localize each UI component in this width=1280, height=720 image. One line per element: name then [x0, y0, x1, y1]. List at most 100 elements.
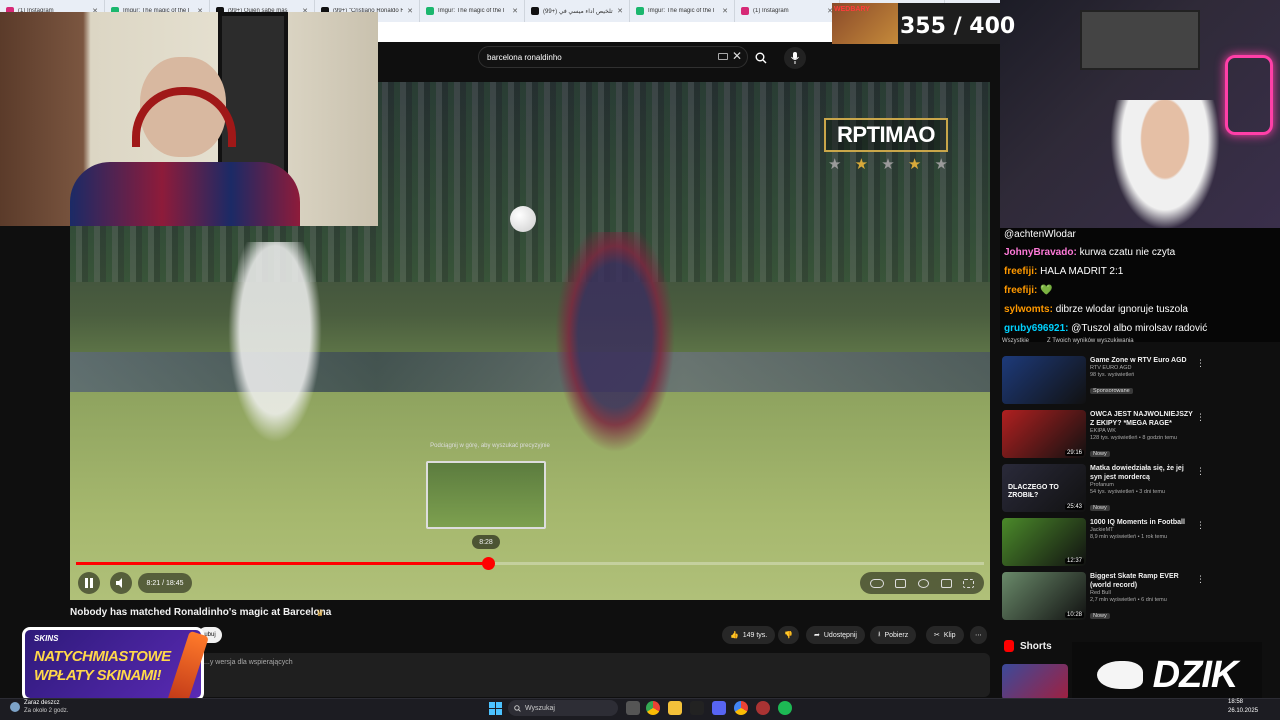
video-thumbnail[interactable]: 10:28 [1002, 572, 1086, 620]
video-duration: 10:28 [1064, 612, 1084, 618]
file-explorer-icon[interactable] [668, 701, 682, 715]
like-count: 149 tys. [742, 631, 768, 639]
clip-button[interactable]: ✂ Klip [926, 626, 964, 644]
search-input[interactable]: barcelona ronaldinho [478, 46, 748, 68]
channel-name[interactable]: EKIPA WK [1090, 428, 1194, 435]
keyboard-icon[interactable] [718, 53, 728, 60]
player-white-kit [220, 242, 330, 462]
chat-message: freefiji: HALA MADRIT 2:1 [1004, 262, 1280, 281]
video-title[interactable]: Game Zone w RTV Euro AGD [1090, 356, 1194, 365]
dislike-button[interactable]: 👎 [778, 626, 799, 644]
autoplay-toggle-icon[interactable] [869, 578, 884, 588]
tab-close-icon[interactable]: ✕ [617, 7, 623, 15]
scissors-icon: ✂ [934, 632, 940, 639]
windows-start-icon[interactable] [489, 702, 502, 715]
recommended-video[interactable]: 12:37 1000 IQ Moments in Football JackieMT… [1002, 518, 1207, 568]
star-icon: ★ [881, 156, 895, 173]
player-barcelona-kit [550, 232, 680, 462]
neon-sign [1225, 55, 1273, 135]
crown-icon: ♛ [316, 608, 325, 618]
recommended-video[interactable]: 29:16 OWCA JEST NAJWOLNIEJSZY Z EKIPY? *M… [1002, 410, 1207, 460]
chat-text: kurwa czatu nie czyta [1079, 247, 1176, 258]
channel-watermark: RPTIMAO [824, 118, 948, 152]
search-icon[interactable] [748, 47, 774, 69]
spotify-icon[interactable] [778, 701, 792, 715]
recommended-video[interactable]: DLACZEGO TO ZROBIŁ? 25:43 Matka dowiedział… [1002, 464, 1207, 514]
chip-all[interactable]: Wszystkie [1002, 338, 1029, 350]
chat-messages: JohnyBravado: kurwa czatu nie czyta freef… [1004, 243, 1280, 338]
browser-tab[interactable]: (99+) تلخيص أداء ميسي في ✕ [525, 0, 630, 22]
mic-icon[interactable] [784, 47, 806, 69]
sponsor-brand: SKINS [34, 634, 59, 643]
streamer-face [1110, 100, 1220, 228]
channel-name[interactable]: Red Bull [1090, 590, 1194, 597]
tab-close-icon[interactable]: ✕ [722, 7, 728, 15]
background-shelf [1080, 10, 1200, 70]
subtitles-icon[interactable] [895, 578, 907, 588]
video-title[interactable]: 1000 IQ Moments in Football [1090, 518, 1194, 527]
browser-tab[interactable]: Imgur: The magic of the I ✕ [630, 0, 735, 22]
tab-title: Imgur: The magic of the I [648, 8, 715, 14]
pause-button[interactable] [78, 572, 100, 594]
miniplayer-icon[interactable] [940, 578, 952, 588]
video-thumbnail[interactable]: DLACZEGO TO ZROBIŁ? 25:43 [1002, 464, 1086, 512]
channel-name[interactable]: Profanum [1090, 482, 1194, 489]
star-icon: ★ [934, 156, 948, 173]
volume-icon[interactable] [110, 572, 132, 594]
more-options-icon[interactable]: ⋮ [1196, 574, 1205, 585]
progress-scrubber-handle[interactable] [482, 557, 495, 570]
settings-gear-icon[interactable] [917, 578, 929, 588]
browser-tab[interactable]: (1) Instagram✕ [735, 0, 840, 22]
discord-icon[interactable] [712, 701, 726, 715]
video-title[interactable]: Biggest Skate Ramp EVER (world record) [1090, 572, 1194, 590]
more-icon: ⋯ [975, 632, 982, 639]
fullscreen-icon[interactable] [963, 578, 975, 588]
video-title[interactable]: OWCA JEST NAJWOLNIEJSZY Z EKIPY? *MEGA R… [1090, 410, 1194, 428]
like-button[interactable]: 👍 149 tys. [722, 626, 776, 644]
time-display: 8:21 / 18:45 [138, 573, 192, 593]
thumbs-down-icon: 👎 [784, 632, 793, 639]
more-options-icon[interactable]: ⋮ [1196, 466, 1205, 477]
tab-title: (1) Instagram [753, 8, 789, 14]
more-options-icon[interactable]: ⋮ [1196, 358, 1205, 369]
more-options-icon[interactable]: ⋮ [1196, 520, 1205, 531]
share-button[interactable]: ➦ Udostępnij [806, 626, 865, 644]
video-badge: Nowy [1090, 451, 1110, 457]
more-options-icon[interactable]: ⋮ [1196, 412, 1205, 423]
channel-name[interactable]: JackieMT [1090, 527, 1194, 534]
recommended-video[interactable]: 10:28 Biggest Skate Ramp EVER (world reco… [1002, 572, 1207, 622]
weather-icon[interactable] [10, 702, 20, 712]
video-badge: Sponsorowane [1090, 388, 1133, 394]
channel-name[interactable]: RTV EURO AGD [1090, 365, 1194, 372]
short-thumbnail[interactable] [1002, 664, 1068, 700]
chrome-profile-icon[interactable] [734, 701, 748, 715]
video-duration: 25:43 [1064, 504, 1084, 510]
weather-forecast: Za około 2 godz. [24, 708, 69, 714]
video-thumbnail[interactable]: 12:37 [1002, 518, 1086, 566]
download-button[interactable]: ⭳ Pobierz [870, 626, 917, 644]
chip-from-search[interactable]: Z Twoich wyników wyszukiwania [1047, 338, 1134, 350]
thumbnail-text: DLACZEGO TO ZROBIŁ? [1008, 484, 1059, 499]
app-icon[interactable] [756, 701, 770, 715]
capcut-icon[interactable] [690, 701, 704, 715]
video-thumbnail[interactable] [1002, 356, 1086, 404]
tab-close-icon[interactable]: ✕ [512, 7, 518, 15]
tab-close-icon[interactable]: ✕ [407, 7, 413, 15]
recommended-video[interactable]: Game Zone w RTV Euro AGD RTV EURO AGD 98 t… [1002, 356, 1207, 406]
chrome-icon[interactable] [646, 701, 660, 715]
browser-tab[interactable]: Imgur: The magic of the I ✕ [420, 0, 525, 22]
task-view-icon[interactable] [626, 701, 640, 715]
video-title[interactable]: Matka dowiedziała się, że jej syn jest m… [1090, 464, 1194, 482]
share-icon: ➦ [814, 632, 820, 639]
shorts-label: Shorts [1020, 640, 1052, 652]
chat-username: JohnyBravado: [1004, 247, 1077, 258]
chat-username: freefiji: [1004, 266, 1038, 277]
taskbar-search[interactable]: Wyszukaj [508, 700, 618, 716]
video-thumbnail[interactable]: 29:16 [1002, 410, 1086, 458]
scrub-preview-time: 8:28 [472, 535, 500, 549]
clear-search-icon[interactable]: ✕ [732, 49, 742, 63]
video-meta: 8,9 mln wyświetleń • 1 rok temu [1090, 534, 1168, 540]
more-actions-button[interactable]: ⋯ [970, 626, 987, 644]
chat-message: gruby696921: @Tuszol albo mirolsav radov… [1004, 319, 1280, 338]
filter-chips: Wszystkie Z Twoich wyników wyszukiwania [1002, 338, 1202, 350]
